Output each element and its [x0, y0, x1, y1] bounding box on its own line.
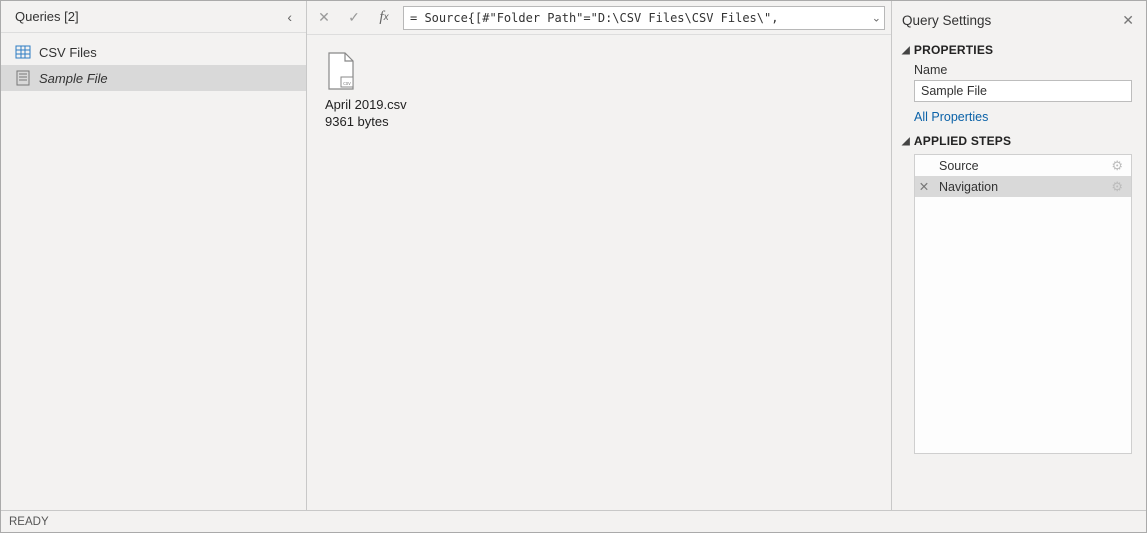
gear-icon[interactable]: ⚙ [1111, 158, 1127, 174]
expand-formula-icon[interactable]: ⌄ [872, 11, 881, 24]
delete-step-icon[interactable]: ✕ [915, 179, 933, 194]
preview-panel: ✕ ✓ fx ⌄ csv [307, 1, 892, 510]
queries-list: CSV Files Sample File [1, 33, 306, 510]
preview-area: csv April 2019.csv 9361 bytes [307, 35, 891, 510]
applied-steps-list: Source ⚙ ✕ Navigation ⚙ [914, 154, 1132, 454]
step-label: Source [915, 159, 1111, 173]
all-properties-link[interactable]: All Properties [914, 110, 1136, 124]
settings-title: Query Settings [902, 13, 991, 28]
queries-header: Queries [2] ‹ [1, 1, 306, 33]
fx-icon[interactable]: fx [373, 7, 395, 29]
file-tile[interactable]: csv April 2019.csv 9361 bytes [325, 51, 425, 129]
accept-formula-icon[interactable]: ✓ [343, 7, 365, 29]
query-name-input[interactable] [914, 80, 1132, 102]
file-name: April 2019.csv [325, 97, 425, 112]
collapse-tri-icon: ◢ [902, 45, 910, 56]
status-bar: READY [1, 510, 1146, 532]
doc-icon [15, 70, 31, 86]
step-navigation[interactable]: ✕ Navigation ⚙ [915, 176, 1131, 197]
cancel-formula-icon[interactable]: ✕ [313, 7, 335, 29]
step-source[interactable]: Source ⚙ [915, 155, 1131, 176]
properties-heading[interactable]: ◢ PROPERTIES [902, 43, 1136, 57]
query-label: CSV Files [39, 45, 97, 60]
step-label: Navigation [933, 180, 1111, 194]
file-icon: csv [325, 51, 357, 91]
formula-input[interactable] [403, 6, 885, 30]
close-settings-icon[interactable]: ✕ [1120, 12, 1136, 29]
formula-bar: ✕ ✓ fx ⌄ [307, 1, 891, 35]
query-settings-panel: Query Settings ✕ ◢ PROPERTIES Name All P… [892, 1, 1146, 510]
table-icon [15, 44, 31, 60]
applied-steps-heading[interactable]: ◢ APPLIED STEPS [902, 134, 1136, 148]
gear-icon[interactable]: ⚙ [1111, 179, 1127, 195]
file-size: 9361 bytes [325, 114, 425, 129]
svg-text:csv: csv [343, 81, 351, 87]
settings-header: Query Settings ✕ [902, 7, 1136, 33]
queries-title: Queries [2] [15, 9, 79, 24]
query-item-csv-files[interactable]: CSV Files [1, 39, 306, 65]
collapse-tri-icon: ◢ [902, 136, 910, 147]
query-item-sample-file[interactable]: Sample File [1, 65, 306, 91]
queries-panel: Queries [2] ‹ CSV Files Sample File [1, 1, 307, 510]
query-label: Sample File [39, 71, 108, 86]
name-label: Name [914, 63, 1136, 77]
status-text: READY [9, 516, 49, 528]
collapse-queries-icon[interactable]: ‹ [283, 9, 296, 25]
